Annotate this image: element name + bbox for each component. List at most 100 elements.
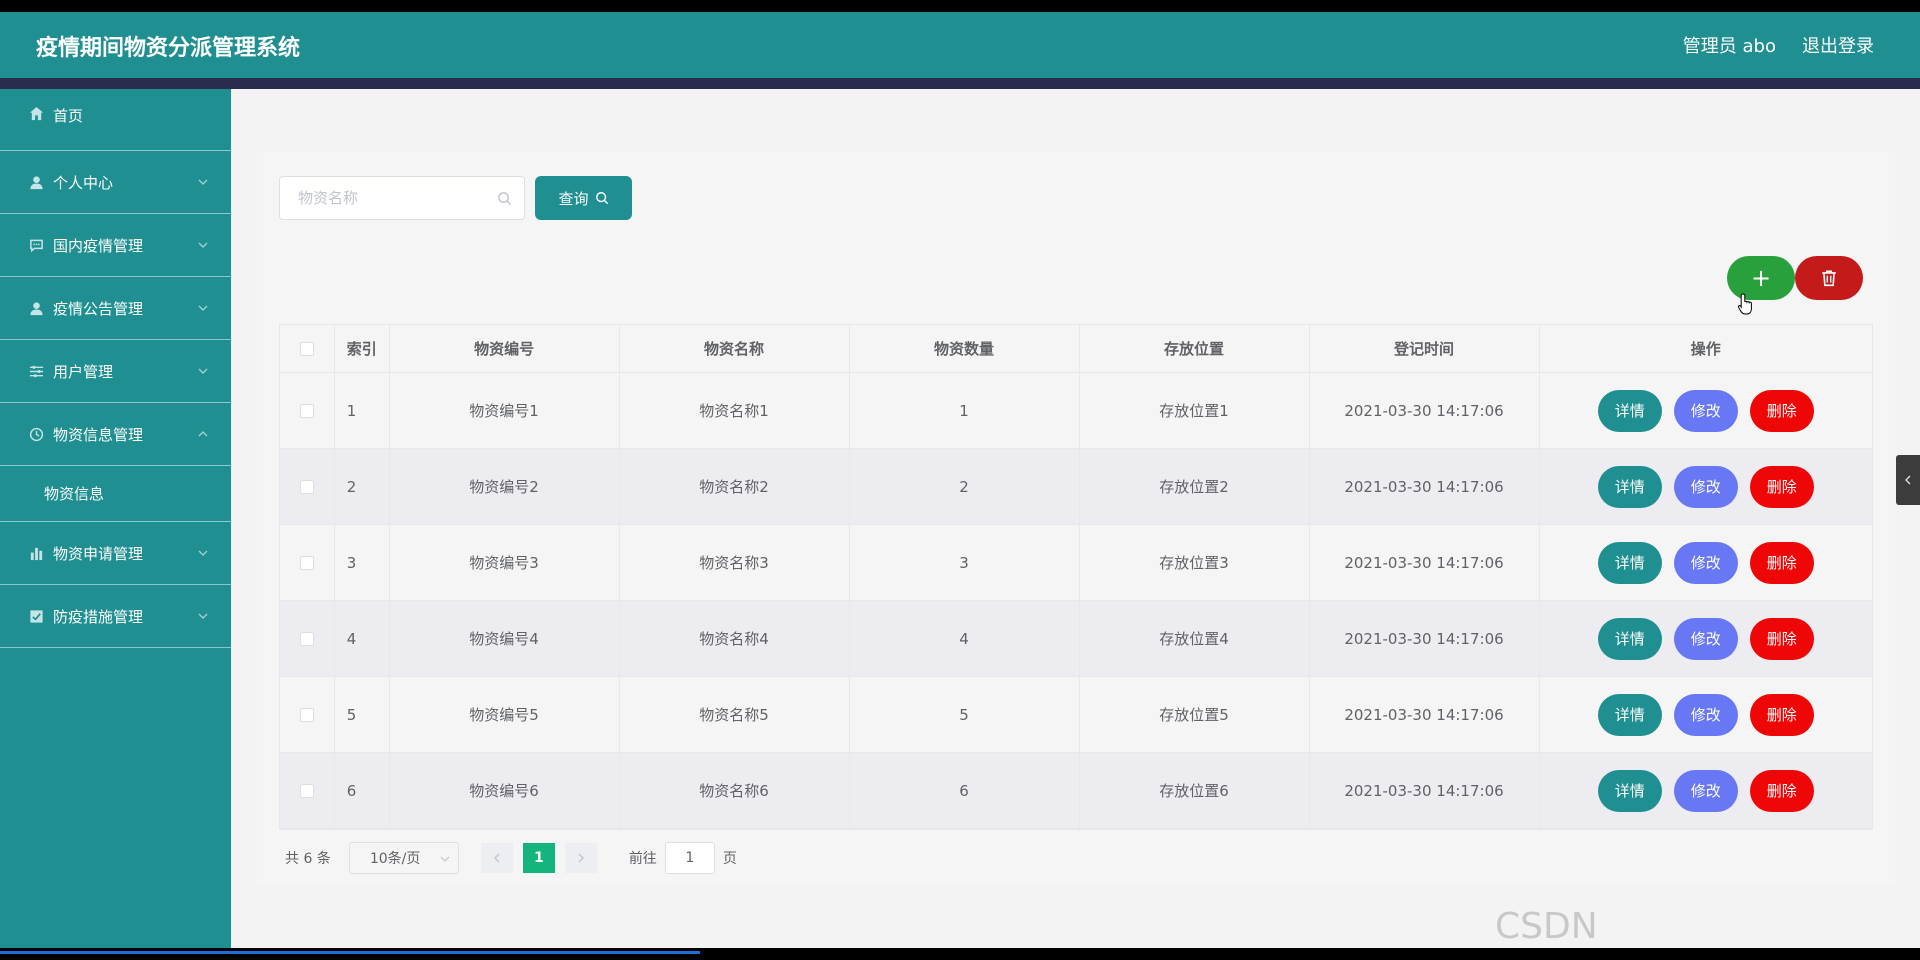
column-header[interactable]: 物资数量 — [850, 325, 1080, 372]
page-number-active[interactable]: 1 — [522, 843, 555, 873]
material-name-search[interactable] — [279, 176, 525, 220]
top-header: 疫情期间物资分派管理系统 管理员 abo 退出登录 — [0, 12, 1920, 78]
column-header[interactable]: 登记时间 — [1310, 325, 1540, 372]
search-input[interactable] — [280, 177, 524, 219]
edit-button[interactable]: 修改 — [1673, 617, 1738, 660]
edit-button[interactable]: 修改 — [1673, 693, 1738, 736]
row-checkbox[interactable] — [299, 631, 314, 646]
actions-cell: 详情 修改 删除 — [1540, 601, 1873, 676]
name-cell: 物资名称6 — [620, 753, 850, 828]
time-cell: 2021-03-30 14:17:06 — [1310, 601, 1540, 676]
actions-cell: 详情 修改 删除 — [1540, 753, 1873, 828]
name-cell: 物资名称3 — [620, 525, 850, 600]
select-cell — [280, 525, 335, 600]
quantity-cell: 4 — [850, 601, 1080, 676]
chevron-up-icon — [198, 431, 208, 437]
sidebar-item-personal-center[interactable]: 个人中心 — [0, 151, 231, 214]
sidebar-item-home[interactable]: 首页 — [0, 89, 231, 151]
edit-button[interactable]: 修改 — [1673, 389, 1738, 432]
sidebar-subitem-material-info[interactable]: 物资信息 — [0, 466, 231, 522]
sidebar-item-prevention-measures[interactable]: 防疫措施管理 — [0, 585, 231, 648]
quantity-cell: 3 — [850, 525, 1080, 600]
logout-button[interactable]: 退出登录 — [1802, 32, 1874, 58]
sidebar-item-label: 防疫措施管理 — [53, 607, 144, 626]
chevron-down-icon — [198, 179, 208, 185]
hand-cursor-icon — [1737, 293, 1752, 315]
delete-button[interactable]: 删除 — [1749, 389, 1814, 432]
delete-button[interactable]: 删除 — [1749, 541, 1814, 584]
row-checkbox[interactable] — [299, 479, 314, 494]
location-cell: 存放位置6 — [1080, 753, 1310, 828]
delete-button[interactable]: 删除 — [1749, 465, 1814, 508]
plus-icon: + — [1750, 264, 1772, 292]
current-user-label[interactable]: 管理员 abo — [1683, 32, 1776, 58]
collapse-panel-tab[interactable] — [1896, 455, 1920, 505]
code-cell: 物资编号4 — [390, 601, 620, 676]
edit-button[interactable]: 修改 — [1673, 541, 1738, 584]
prev-page-button[interactable] — [480, 843, 513, 873]
location-cell: 存放位置3 — [1080, 525, 1310, 600]
sidebar-item-label: 物资信息管理 — [53, 425, 144, 444]
header-actions: 管理员 abo 退出登录 — [1683, 32, 1874, 58]
delete-button[interactable]: 删除 — [1749, 617, 1814, 660]
row-checkbox[interactable] — [299, 707, 314, 722]
delete-button[interactable]: 删除 — [1749, 693, 1814, 736]
row-checkbox[interactable] — [299, 403, 314, 418]
sidebar-item-epidemic-notice[interactable]: 疫情公告管理 — [0, 277, 231, 340]
column-header[interactable]: 物资名称 — [620, 325, 850, 372]
select-cell — [280, 373, 335, 448]
select-cell — [280, 753, 335, 828]
bulk-delete-button[interactable] — [1795, 256, 1863, 300]
app-screen: 疫情期间物资分派管理系统 管理员 abo 退出登录 首页 个人中心 国内疫情管理… — [0, 12, 1920, 948]
header-divider — [0, 78, 1920, 89]
user-icon — [28, 300, 44, 316]
sidebar-item-domestic-epidemic[interactable]: 国内疫情管理 — [0, 214, 231, 277]
goto-page-input[interactable]: 1 — [664, 842, 715, 874]
search-icon — [595, 192, 608, 205]
sidebar-item-user-management[interactable]: 用户管理 — [0, 340, 231, 403]
index-cell: 3 — [335, 525, 390, 600]
chat-icon — [28, 237, 44, 253]
query-button[interactable]: 查询 — [535, 176, 632, 220]
select-cell — [280, 449, 335, 524]
code-cell: 物资编号6 — [390, 753, 620, 828]
user-icon — [28, 174, 44, 190]
detail-button[interactable]: 详情 — [1597, 769, 1662, 812]
page-size-select[interactable]: 10条/页 — [348, 842, 459, 874]
column-header[interactable]: 物资编号 — [390, 325, 620, 372]
table-row: 4 物资编号4 物资名称4 4 存放位置4 2021-03-30 14:17:0… — [280, 601, 1872, 677]
sidebar: 首页 个人中心 国内疫情管理 疫情公告管理 用户管理 物资信息管理 物资信息 物… — [0, 89, 231, 948]
edit-button[interactable]: 修改 — [1673, 769, 1738, 812]
bar-chart-icon — [28, 545, 44, 561]
time-cell: 2021-03-30 14:17:06 — [1310, 753, 1540, 828]
detail-button[interactable]: 详情 — [1597, 465, 1662, 508]
row-checkbox[interactable] — [299, 555, 314, 570]
detail-button[interactable]: 详情 — [1597, 617, 1662, 660]
name-cell: 物资名称4 — [620, 601, 850, 676]
column-header[interactable]: 存放位置 — [1080, 325, 1310, 372]
table-header-row: 索引 物资编号 物资名称 物资数量 存放位置 登记时间 操作 — [280, 325, 1872, 373]
bottom-bar — [0, 948, 1920, 960]
sliders-icon — [28, 363, 44, 379]
table-row: 2 物资编号2 物资名称2 2 存放位置2 2021-03-30 14:17:0… — [280, 449, 1872, 525]
detail-button[interactable]: 详情 — [1597, 693, 1662, 736]
time-cell: 2021-03-30 14:17:06 — [1310, 677, 1540, 752]
pagination: 共 6 条 10条/页 1 前往 1 页 — [285, 842, 737, 874]
sidebar-item-material-application[interactable]: 物资申请管理 — [0, 522, 231, 585]
next-page-button[interactable] — [564, 843, 597, 873]
sidebar-item-material-info-management[interactable]: 物资信息管理 — [0, 403, 231, 466]
detail-button[interactable]: 详情 — [1597, 389, 1662, 432]
quantity-cell: 6 — [850, 753, 1080, 828]
material-table: 索引 物资编号 物资名称 物资数量 存放位置 登记时间 操作 1 物资编号1 物… — [279, 324, 1873, 830]
edit-button[interactable]: 修改 — [1673, 465, 1738, 508]
column-header: 操作 — [1690, 340, 1721, 358]
code-cell: 物资编号3 — [390, 525, 620, 600]
detail-button[interactable]: 详情 — [1597, 541, 1662, 584]
delete-button[interactable]: 删除 — [1749, 769, 1814, 812]
search-icon — [498, 192, 512, 206]
select-all-checkbox[interactable] — [299, 341, 314, 356]
row-checkbox[interactable] — [299, 783, 314, 798]
chevron-right-icon — [578, 853, 584, 863]
table-row: 6 物资编号6 物资名称6 6 存放位置6 2021-03-30 14:17:0… — [280, 753, 1872, 829]
index-cell: 2 — [335, 449, 390, 524]
